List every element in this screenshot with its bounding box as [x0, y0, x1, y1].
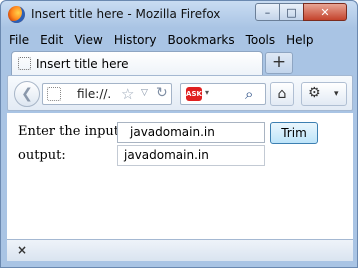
new-tab-button[interactable]: +	[265, 52, 293, 74]
ask-engine-icon[interactable]: ASK	[186, 87, 202, 101]
navigation-toolbar: ❮ file://. ☆ ▽ ↻ ASK ▾ ⌕ ⌂ ⚙ ▾	[7, 75, 353, 111]
output-label: output:	[18, 148, 66, 163]
url-text[interactable]: file://.	[77, 87, 111, 101]
reload-icon[interactable]: ↻	[156, 85, 168, 101]
url-bar[interactable]: file://. ☆ ▽ ↻	[42, 83, 172, 105]
addon-icon: ⚙	[308, 85, 321, 101]
menu-bookmarks[interactable]: Bookmarks	[166, 33, 235, 47]
input-field[interactable]: javadomain.in	[117, 122, 265, 143]
close-addon-bar-icon[interactable]: ×	[17, 243, 27, 257]
menu-help[interactable]: Help	[284, 33, 313, 47]
menu-file[interactable]: File	[7, 33, 29, 47]
home-icon[interactable]: ⌂	[270, 82, 294, 106]
page-content: Enter the input : javadomain.in Trim out…	[7, 113, 353, 239]
back-arrow-icon[interactable]: ❮	[14, 81, 40, 107]
minimize-button[interactable]: –	[255, 3, 280, 21]
firefox-logo-icon	[8, 6, 25, 23]
site-identity-icon[interactable]	[47, 87, 61, 101]
addon-bar: ×	[7, 239, 353, 261]
input-label: Enter the input :	[18, 124, 128, 139]
maximize-button[interactable]: □	[279, 3, 304, 21]
menu-bar: File Edit View History Bookmarks Tools H…	[7, 30, 353, 50]
browser-window: Insert title here - Mozilla Firefox – □ …	[0, 0, 358, 268]
close-button[interactable]: ✕	[303, 3, 347, 21]
trim-button[interactable]: Trim	[270, 122, 318, 144]
engine-dropdown-icon[interactable]: ▾	[205, 88, 209, 97]
tab-insert-title[interactable]: Insert title here	[11, 51, 263, 75]
bookmark-star-icon[interactable]: ☆	[121, 85, 134, 103]
addon-button[interactable]: ⚙ ▾	[301, 82, 347, 106]
tab-label: Insert title here	[36, 57, 129, 71]
window-title: Insert title here - Mozilla Firefox	[31, 7, 221, 21]
menu-view[interactable]: View	[72, 33, 102, 47]
page-favicon-icon	[18, 57, 31, 70]
title-bar[interactable]: Insert title here - Mozilla Firefox – □ …	[1, 1, 357, 28]
search-icon[interactable]: ⌕	[245, 85, 253, 103]
url-dropdown-icon[interactable]: ▽	[141, 88, 148, 98]
menu-edit[interactable]: Edit	[38, 33, 63, 47]
search-bar[interactable]: ASK ▾ ⌕	[180, 83, 266, 105]
menu-history[interactable]: History	[112, 33, 157, 47]
menu-tools[interactable]: Tools	[244, 33, 276, 47]
addon-dropdown-icon[interactable]: ▾	[334, 89, 339, 99]
output-field[interactable]: javadomain.in	[117, 145, 265, 166]
